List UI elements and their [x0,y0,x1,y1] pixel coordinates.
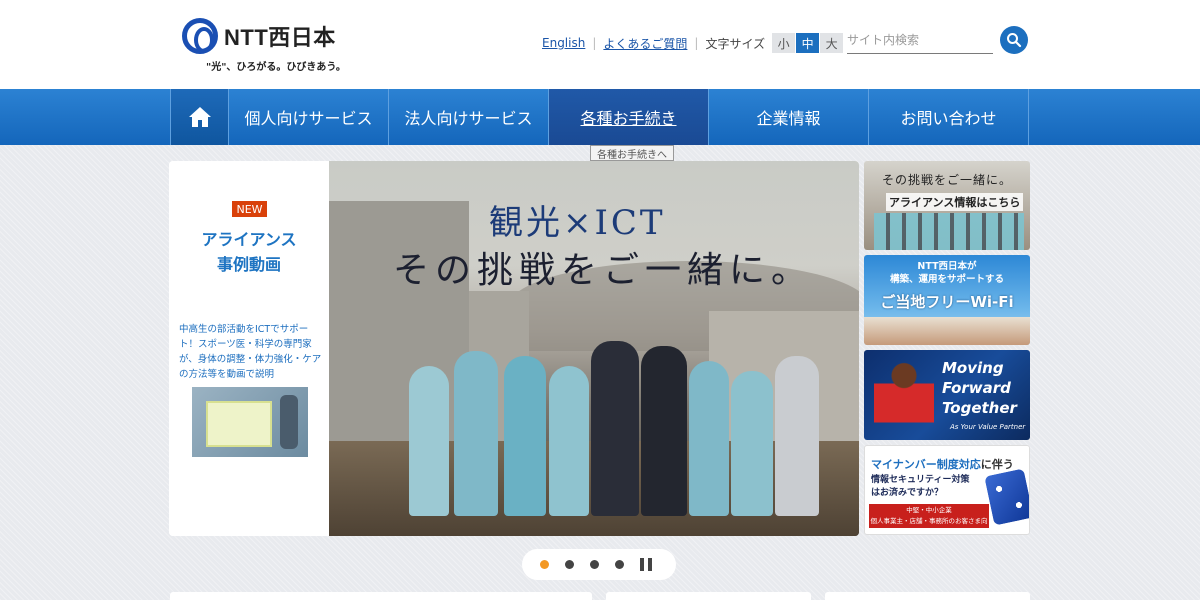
logo-tagline: "光"、ひろがる。ひびきあう。 [206,62,346,73]
font-size-medium-button[interactable]: 中 [796,33,820,53]
nav-personal-services[interactable]: 個人向けサービス [229,89,389,145]
hero-title-line1: アライアンス [201,230,297,249]
utility-links: English | よくあるご質問 | 文字サイズ 小 中 大 [542,33,844,53]
mynumber-line3: はお済みですか？ [871,488,944,498]
new-badge: NEW [232,201,267,217]
person [504,356,546,516]
moving-forward-banner[interactable]: Moving Forward Together As Your Value Pa… [864,350,1030,440]
nav-home-button[interactable] [170,89,229,145]
slider-pager [522,549,676,580]
person [689,361,729,516]
nav-contact[interactable]: お問い合わせ [869,89,1029,145]
mynumber-target-strip: 中堅・中小企業 個人事業主・店舗・事務所のお客さま向け [869,504,989,534]
mf-tagline: As Your Value Partner [950,423,1026,431]
nav-tooltip: 各種お手続きへ [590,145,674,161]
ntt-west-logo[interactable]: NTT西日本 "光"、ひろがる。ひびきあう。 [182,18,346,74]
search-icon [1007,33,1022,48]
alliance-banner-caption: その挑戦をご一緒に。 [881,173,1012,187]
pager-dot-1[interactable] [540,560,549,569]
wifi-banner-line2: 構築、運用をサポートする [889,274,1004,285]
font-size-label: 文字サイズ [705,36,766,51]
video-thumbnail[interactable] [192,387,308,457]
font-size-large-button[interactable]: 大 [820,33,844,53]
ntt-logo-mark-icon [182,18,218,54]
mynumber-title-main: マイナンバー制度対応 [871,458,981,471]
hero-title-line2: 事例動画 [216,255,281,274]
banner-photo [874,213,1024,250]
pager-dot-2[interactable] [565,560,574,569]
global-nav: 個人向けサービス 法人向けサービス 各種お手続き 企業情報 お問い合わせ [0,89,1200,145]
free-wifi-banner[interactable]: NTT西日本が 構築、運用をサポートする ご当地フリーWi-Fi [864,255,1030,345]
nav-company-info[interactable]: 企業情報 [709,89,869,145]
person [731,371,773,516]
wifi-banner-title: ご当地フリーWi-Fi [880,293,1014,311]
hero-slide[interactable]: NEW アライアンス 事例動画 中高生の部活動をICTでサポート！スポーツ医・科… [169,161,859,536]
person [409,366,449,516]
content-card [170,592,592,600]
content-card [825,592,1030,600]
wifi-banner-text: NTT西日本が 構築、運用をサポートする [864,260,1030,286]
strip-line2: 個人事業主・店舗・事務所のお客さま向け [870,517,988,535]
hero-headline-2: その挑戦をご一緒に。 [393,250,814,291]
pause-icon[interactable] [640,558,652,571]
site-search-input[interactable]: サイト内検索 [847,30,993,54]
font-size-small-button[interactable]: 小 [772,33,796,53]
nav-business-services[interactable]: 法人向けサービス [389,89,549,145]
pager-dot-3[interactable] [590,560,599,569]
hero-side-panel: NEW アライアンス 事例動画 中高生の部活動をICTでサポート！スポーツ医・科… [169,161,329,536]
alliance-banner-subcaption: アライアンス情報はこちら [886,193,1024,211]
wifi-banner-line1: NTT西日本が [917,261,977,272]
hero-description: 中高生の部活動をICTでサポート！スポーツ医・科学の専門家が、身体の調整・体力強… [179,324,322,380]
hero-headline-1: 観光×ICT [489,203,666,243]
mf-line3: Together [942,399,1017,417]
content-card [606,592,811,600]
person [775,356,819,516]
my-number-security-banner[interactable]: マイナンバー制度対応に伴う 情報セキュリティー対策 はお済みですか？ 中堅・中小… [864,445,1030,535]
mynumber-title-suffix: に伴う [980,458,1014,471]
site-header: NTT西日本 "光"、ひろがる。ひびきあう。 English | よくあるご質問… [0,0,1200,89]
person [549,366,589,516]
mynumber-line2: 情報セキュリティー対策 [871,475,970,485]
banner-photo [864,317,1030,345]
mf-line2: Forward [942,379,1011,397]
faq-link[interactable]: よくあるご質問 [603,35,687,52]
logo-text: NTT西日本 [224,25,336,50]
strip-line1: 中堅・中小企業 [906,506,952,514]
hero-photo: 観光×ICT その挑戦をご一緒に。 [329,161,859,536]
mf-line1: Moving [942,359,1004,377]
person [641,346,687,516]
hero-panel-title[interactable]: アライアンス 事例動画 [169,227,329,277]
banner-photo [874,360,934,438]
home-icon [188,107,211,127]
pager-dot-4[interactable] [615,560,624,569]
mynumber-banner-text: 情報セキュリティー対策 はお済みですか？ [871,474,969,500]
english-link[interactable]: English [542,36,585,50]
mynumber-banner-title: マイナンバー制度対応に伴う [871,456,1014,472]
person [454,351,498,516]
moving-forward-text: Moving Forward Together [942,358,1017,418]
separator: | [694,36,699,50]
alliance-banner[interactable]: その挑戦をご一緒に。 アライアンス情報はこちら [864,161,1030,250]
nav-procedures[interactable]: 各種お手続き [549,89,709,145]
search-button[interactable] [1000,26,1028,54]
dice-icon [984,468,1029,526]
separator: | [592,36,597,50]
person [591,341,639,516]
